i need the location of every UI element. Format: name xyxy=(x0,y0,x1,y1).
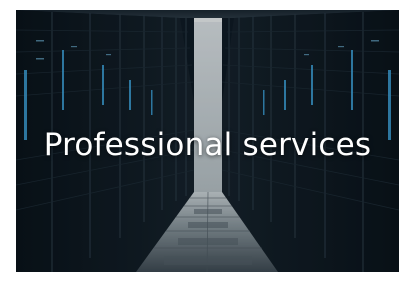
service-tile[interactable]: Professional services xyxy=(16,10,399,272)
tile-caption: Professional services xyxy=(43,127,372,163)
